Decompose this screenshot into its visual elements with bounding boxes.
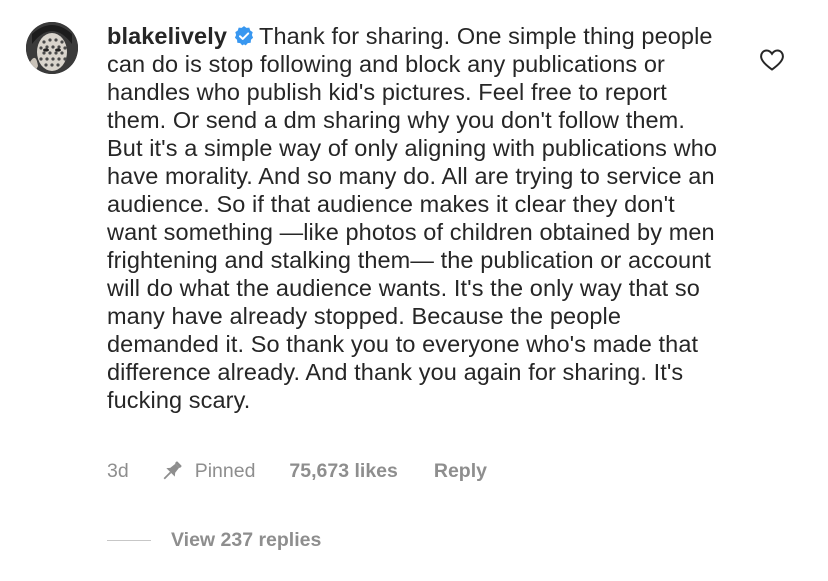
comment-username[interactable]: blakelively <box>107 23 227 49</box>
verified-badge-icon <box>234 26 254 46</box>
comment-timestamp[interactable]: 3d <box>107 460 129 483</box>
view-replies-button[interactable]: View 237 replies <box>107 527 321 553</box>
avatar[interactable] <box>26 22 78 74</box>
reply-button[interactable]: Reply <box>434 460 487 483</box>
heart-outline-icon[interactable] <box>759 48 785 72</box>
comment-body: blakelively Thank for sharing. One simpl… <box>107 22 727 414</box>
avatar-image <box>26 22 78 74</box>
replies-divider-line <box>107 539 151 541</box>
comment-meta: 3d Pinned 75,673 likes Reply <box>107 458 487 484</box>
likes-count[interactable]: 75,673 likes <box>289 460 397 483</box>
pin-icon <box>163 461 182 480</box>
pinned-label: Pinned <box>194 459 256 482</box>
view-replies-label: View 237 replies <box>171 528 322 551</box>
comment: blakelively Thank for sharing. One simpl… <box>0 0 828 581</box>
comment-text: Thank for sharing. One simple thing peop… <box>107 23 718 413</box>
